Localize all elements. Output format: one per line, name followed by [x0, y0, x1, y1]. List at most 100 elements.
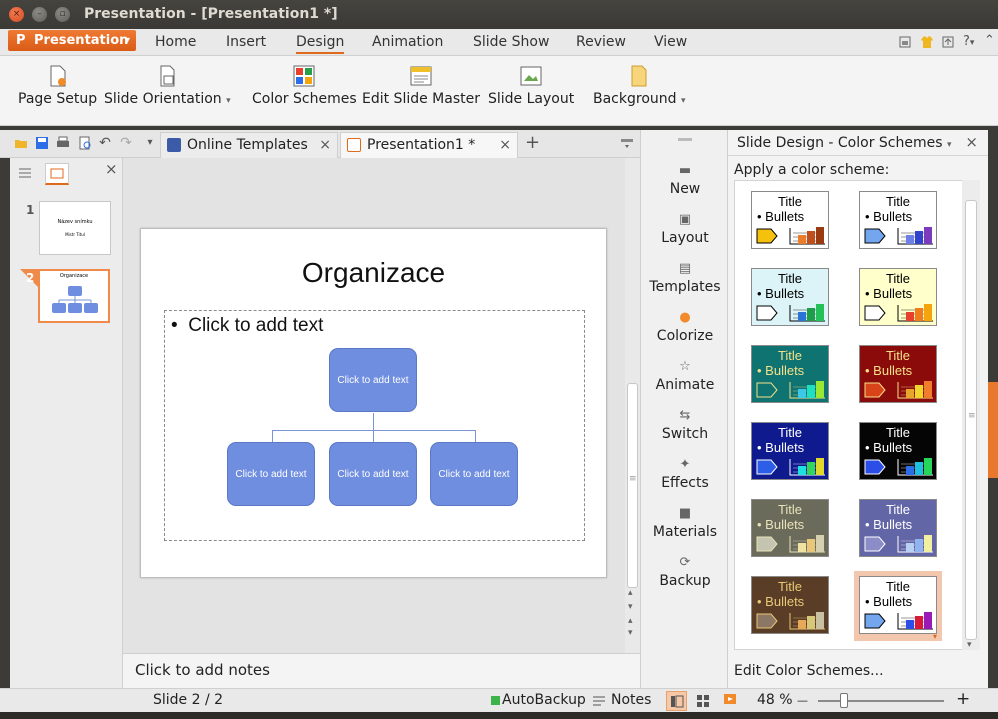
zoom-out-button[interactable]: —: [797, 694, 808, 707]
close-icon[interactable]: ×: [319, 133, 331, 157]
scheme-arrow-shape: [864, 382, 886, 398]
expand-pane-handle[interactable]: [988, 382, 998, 478]
page-setup-button[interactable]: Page Setup: [18, 64, 97, 107]
tab-online-templates[interactable]: Online Templates ×: [160, 132, 338, 158]
app-menu-button[interactable]: P Presentation ▾: [8, 30, 136, 51]
color-scheme-option[interactable]: Title • Bullets: [751, 422, 829, 480]
notes-toggle-button[interactable]: Notes: [611, 692, 651, 708]
slide-show-icon[interactable]: [723, 693, 737, 708]
slide-thumbnail-1[interactable]: Název snímku Mistr Titul: [39, 201, 111, 255]
presentation-logo-icon: P: [16, 33, 26, 48]
tab-list-icon[interactable]: [620, 138, 634, 150]
close-icon[interactable]: ×: [965, 133, 978, 151]
color-schemes-button[interactable]: Color Schemes: [252, 64, 357, 107]
side-tool-materials[interactable]: ■ Materials: [641, 506, 729, 540]
tab-view[interactable]: View: [654, 34, 687, 50]
collapse-ribbon-icon[interactable]: ⌃: [984, 33, 995, 48]
slide-layout-button[interactable]: Slide Layout: [488, 64, 574, 107]
slide-orientation-icon: [160, 65, 175, 87]
scrollbar-thumb[interactable]: ≡: [627, 383, 638, 588]
zoom-slider-track[interactable]: [818, 700, 944, 702]
scheme-arrow-shape: [756, 305, 778, 321]
shirt-icon[interactable]: [920, 35, 934, 49]
edit-slide-master-button[interactable]: Edit Slide Master: [362, 64, 480, 107]
slide-thumbnail-2[interactable]: Organizace: [38, 269, 110, 323]
color-scheme-option[interactable]: Title • Bullets: [859, 422, 937, 480]
tab-insert[interactable]: Insert: [226, 34, 266, 50]
slides-view-tab[interactable]: [45, 163, 69, 185]
slide-title[interactable]: Organizace: [141, 257, 606, 289]
color-scheme-option[interactable]: Title • Bullets: [859, 191, 937, 249]
vertical-scrollbar[interactable]: ≡ ▴ ▾ ▴ ▾: [625, 158, 640, 653]
color-scheme-option[interactable]: Title • Bullets: [751, 268, 829, 326]
window-minimize-button[interactable]: –: [32, 7, 47, 22]
background-button[interactable]: Background ▾: [593, 64, 686, 107]
upload-icon[interactable]: [942, 36, 954, 48]
outline-view-icon[interactable]: [18, 167, 32, 179]
content-placeholder[interactable]: • Click to add text Click to add text Cl…: [164, 310, 585, 541]
scrollbar-thumb[interactable]: ≡: [965, 200, 977, 640]
tab-design[interactable]: Design: [296, 34, 345, 54]
tab-slide-show[interactable]: Slide Show: [473, 34, 549, 50]
color-scheme-option[interactable]: Title • Bullets: [751, 499, 829, 557]
notes-pane[interactable]: Click to add notes: [123, 653, 640, 688]
side-tool-effects[interactable]: ✦ Effects: [641, 457, 729, 491]
normal-view-button[interactable]: [666, 691, 687, 711]
tab-animation[interactable]: Animation: [372, 34, 443, 50]
scheme-preview-graphic: [864, 304, 933, 322]
color-scheme-option[interactable]: Title • Bullets: [751, 576, 829, 634]
zoom-in-button[interactable]: +: [956, 689, 970, 709]
color-scheme-option[interactable]: Title • Bullets: [751, 345, 829, 403]
chevron-down-icon: ▾: [226, 96, 231, 106]
org-chart-box-left[interactable]: Click to add text: [227, 442, 315, 506]
window-close-button[interactable]: ×: [9, 7, 24, 22]
open-folder-icon[interactable]: [14, 136, 28, 150]
print-preview-icon[interactable]: [78, 136, 92, 150]
org-chart-box-right[interactable]: Click to add text: [430, 442, 518, 506]
save-icon[interactable]: [35, 136, 49, 150]
redo-icon[interactable]: ↷: [119, 136, 133, 150]
side-tool-switch[interactable]: ⇆ Switch: [641, 408, 729, 442]
slide-orientation-button[interactable]: Slide Orientation ▾: [104, 64, 231, 107]
task-pane-title[interactable]: Slide Design - Color Schemes ▾: [737, 135, 952, 151]
scroll-up-icon[interactable]: ▴: [628, 588, 633, 598]
help-button[interactable]: ?▾: [963, 34, 974, 49]
window-maximize-button[interactable]: ▫: [55, 7, 70, 22]
color-scheme-option[interactable]: Title • Bullets: [859, 268, 937, 326]
quick-access-more-icon[interactable]: ▾: [143, 136, 157, 150]
color-scheme-option[interactable]: Title • Bullets: [859, 345, 937, 403]
undo-icon[interactable]: ↶: [98, 136, 112, 150]
autobackup-button[interactable]: AutoBackup: [502, 692, 586, 708]
org-chart-box-middle[interactable]: Click to add text: [329, 442, 417, 506]
color-scheme-option[interactable]: Title • Bullets: [751, 191, 829, 249]
next-slide-icon[interactable]: ▾: [628, 628, 633, 638]
close-pane-icon[interactable]: ×: [105, 160, 118, 178]
edit-color-schemes-link[interactable]: Edit Color Schemes...: [734, 663, 884, 679]
tab-presentation1[interactable]: Presentation1 * ×: [340, 132, 518, 158]
new-tab-button[interactable]: +: [525, 132, 540, 153]
side-tool-animate[interactable]: ☆ Animate: [641, 359, 729, 393]
side-tool-templates[interactable]: ▤ Templates: [641, 261, 729, 295]
skin-icon[interactable]: [899, 36, 911, 48]
tab-review[interactable]: Review: [576, 34, 626, 50]
slide-canvas[interactable]: Organizace • Click to add text Click to …: [140, 228, 607, 578]
side-tool-colorize[interactable]: ● Colorize: [641, 310, 729, 344]
chevron-down-icon: ▾: [680, 96, 686, 106]
tab-home[interactable]: Home: [155, 34, 196, 50]
task-pane-scrollbar[interactable]: ≡ ▾: [962, 180, 980, 650]
slide-sorter-icon[interactable]: [696, 694, 710, 708]
print-icon[interactable]: [56, 136, 70, 150]
side-tool-new[interactable]: ▬ New: [641, 163, 729, 197]
scheme-bar: [915, 308, 923, 321]
org-chart-top-box[interactable]: Click to add text: [329, 348, 417, 412]
side-tool-layout[interactable]: ▣ Layout: [641, 212, 729, 246]
color-scheme-option[interactable]: Title • Bullets: [859, 499, 937, 557]
zoom-slider-thumb[interactable]: [840, 693, 849, 708]
color-scheme-option[interactable]: Title • Bullets: [859, 576, 937, 634]
side-tool-backup[interactable]: ⟳ Backup: [641, 555, 729, 589]
templates-icon: ▤: [678, 261, 692, 276]
previous-slide-icon[interactable]: ▴: [628, 616, 633, 626]
scroll-down-icon[interactable]: ▾: [967, 640, 972, 650]
close-icon[interactable]: ×: [499, 133, 511, 157]
scroll-down-icon[interactable]: ▾: [628, 602, 633, 612]
